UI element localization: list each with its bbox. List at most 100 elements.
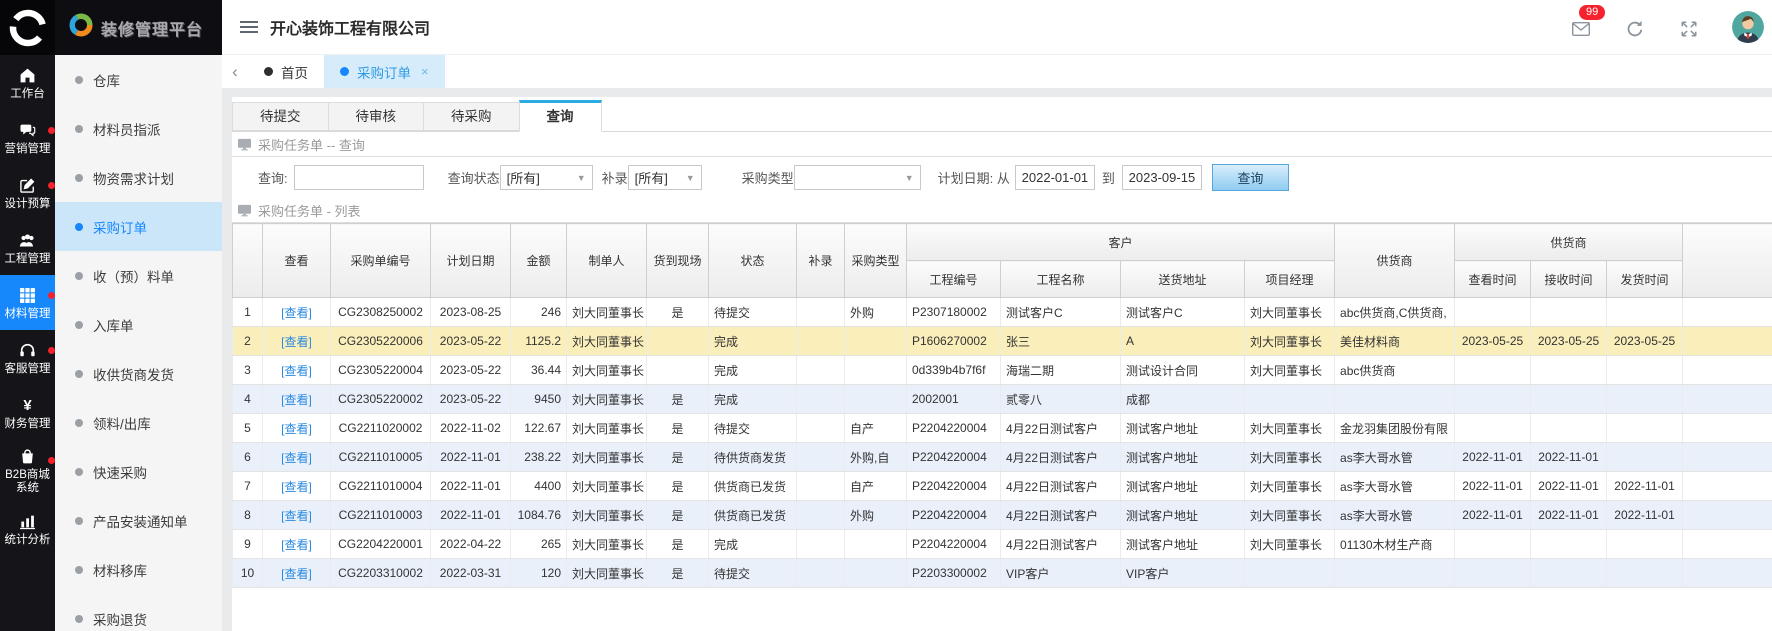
messages-button[interactable]: 99 [1572, 5, 1606, 37]
type-select[interactable]: ▼ [793, 165, 921, 190]
submenu-item[interactable]: 收供货商发货 [55, 349, 222, 398]
cell: CG2211010004 [330, 471, 431, 501]
cell: 刘大同董事长 [566, 384, 647, 414]
type-label: 采购类型 [741, 171, 794, 186]
submenu-item[interactable]: 收（预）料单 [55, 251, 222, 300]
submenu-item[interactable]: 物资需求计划 [55, 153, 222, 202]
fullscreen-button[interactable] [1680, 17, 1700, 37]
view-link[interactable]: [查看] [281, 306, 312, 320]
menu-toggle-icon[interactable] [240, 20, 258, 34]
subtab-item[interactable]: 待审核 [327, 102, 424, 131]
view-link[interactable]: [查看] [281, 451, 312, 465]
rail-item[interactable]: 材料管理 [0, 275, 55, 330]
view-cell: [查看] [262, 355, 331, 385]
date-to-input[interactable] [1121, 165, 1202, 190]
rail-item[interactable]: 工作台 [0, 55, 55, 110]
subtab-active[interactable]: 查询 [518, 100, 602, 132]
rail-item[interactable]: 设计预算 [0, 165, 55, 220]
view-link[interactable]: [查看] [281, 509, 312, 523]
submenu-item[interactable]: 入库单 [55, 300, 222, 349]
rail-item[interactable]: ¥ 财务管理 [0, 385, 55, 440]
table-row[interactable]: 4 [查看] CG2305220002 2023-05-22 9450 刘大同董事长是完成… [232, 384, 1772, 414]
view-link[interactable]: [查看] [281, 422, 312, 436]
cell: 刘大同董事长 [1243, 326, 1336, 356]
table-row[interactable]: 5 [查看] CG2211020002 2022-11-02 122.67 刘大同董事长是… [232, 413, 1772, 443]
submenu-item[interactable]: 材料移库 [55, 545, 222, 594]
subtab-item[interactable]: 待提交 [232, 102, 329, 131]
cell: 供货商已发货 [708, 471, 797, 501]
cell: 待提交 [708, 297, 797, 327]
submenu-item[interactable]: 采购订单 [55, 202, 222, 251]
keyword-input[interactable] [293, 165, 424, 190]
cell [844, 384, 907, 414]
column-header: 工程名称 [1000, 260, 1121, 298]
rail-item[interactable]: 客服管理 [0, 330, 55, 385]
view-link[interactable]: [查看] [281, 393, 312, 407]
view-link[interactable]: [查看] [281, 335, 312, 349]
cell [1606, 558, 1684, 588]
cell: CG2204220001 [330, 529, 431, 559]
view-link[interactable]: [查看] [281, 480, 312, 494]
subtab-item[interactable]: 待采购 [423, 102, 520, 131]
close-icon[interactable]: × [421, 64, 429, 79]
rail-item-label: 客服管理 [4, 362, 51, 375]
submenu-item[interactable]: 产品安装通知单 [55, 496, 222, 545]
column-header: 状态 [708, 223, 797, 298]
table-row[interactable]: 7 [查看] CG2211010004 2022-11-01 4400 刘大同董事长是供货… [232, 471, 1772, 501]
cell [844, 529, 907, 559]
submenu-item[interactable]: 采购退货 [55, 594, 222, 631]
tab-purchase-orders[interactable]: 采购订单 × [324, 55, 445, 88]
bullet-dot-icon [75, 369, 83, 378]
rail-item[interactable]: 工程管理 [0, 220, 55, 275]
cell [1682, 326, 1772, 356]
table-row[interactable]: 1 [查看] CG2308250002 2023-08-25 246 刘大同董事长是待提交… [232, 297, 1772, 327]
table-row[interactable]: 9 [查看] CG2204220001 2022-04-22 265 刘大同董事长是完成 P… [232, 529, 1772, 559]
bullet-dot-icon [75, 614, 83, 623]
supplement-select[interactable]: [所有] ▼ [627, 165, 702, 190]
view-link[interactable]: [查看] [281, 567, 312, 581]
view-link[interactable]: [查看] [281, 538, 312, 552]
app-logo-icon[interactable] [0, 0, 55, 55]
rail-item[interactable]: B2B商城系统 [0, 440, 55, 501]
cell [1606, 384, 1684, 414]
user-avatar[interactable] [1732, 11, 1764, 43]
tab-home[interactable]: 首页 [248, 55, 324, 88]
cell: CG2211010005 [330, 442, 431, 472]
cell: 测试客户C [1000, 297, 1121, 327]
date-from-input[interactable] [1014, 165, 1095, 190]
table-row[interactable]: 8 [查看] CG2211010003 2022-11-01 1084.76 刘大同董事长… [232, 500, 1772, 530]
submenu-item[interactable]: 仓库 [55, 55, 222, 104]
cell [1682, 384, 1772, 414]
tabs-scroll-left-icon[interactable]: ‹ [222, 55, 248, 88]
table-row[interactable]: 6 [查看] CG2211010005 2022-11-01 238.22 刘大同董事长是… [232, 442, 1772, 472]
table-row[interactable]: 2 [查看] CG2305220006 2023-05-22 1125.2 刘大同董事长完… [232, 326, 1772, 356]
cell: 完成 [708, 384, 797, 414]
bullet-dot-icon [75, 173, 83, 182]
cell: 是 [646, 558, 709, 588]
cell: 刘大同董事长 [566, 442, 647, 472]
cell: 5 [232, 413, 263, 443]
rail-item[interactable]: 营销管理 [0, 110, 55, 165]
table-row[interactable]: 3 [查看] CG2305220004 2023-05-22 36.44 刘大同董事长 完成… [232, 355, 1772, 385]
status-select[interactable]: [所有] ▼ [499, 165, 593, 190]
submenu-item[interactable]: 材料员指派 [55, 104, 222, 153]
search-button[interactable]: 查询 [1211, 164, 1289, 191]
bag-icon [19, 448, 36, 465]
column-header: 工程编号 [906, 260, 1001, 298]
rail-item[interactable]: 统计分析 [0, 501, 55, 556]
refresh-button[interactable] [1626, 17, 1646, 37]
table-row[interactable]: 10 [查看] CG2203310002 2022-03-31 120 刘大同董事长是待提… [232, 558, 1772, 588]
view-cell: [查看] [262, 558, 331, 588]
submenu-item[interactable]: 领料/出库 [55, 398, 222, 447]
brand-bar: 装修管理平台 [0, 0, 222, 55]
grid-icon [19, 287, 36, 304]
cell: 张三 [1000, 326, 1121, 356]
cell: 2023-05-25 [1606, 326, 1684, 356]
left-sidebar: 装修管理平台 工作台 营销管理 设计预算 工程管理 材料管理客服管理 ¥ 财务管理 B2B商城… [0, 0, 222, 631]
open-tabs-bar: ‹ 首页 采购订单 × [222, 55, 1772, 88]
date-to-label: 到 [1101, 171, 1115, 186]
column-header: 计划日期 [430, 223, 511, 298]
submenu-item[interactable]: 快速采购 [55, 447, 222, 496]
view-link[interactable]: [查看] [281, 364, 312, 378]
cell [1682, 442, 1772, 472]
